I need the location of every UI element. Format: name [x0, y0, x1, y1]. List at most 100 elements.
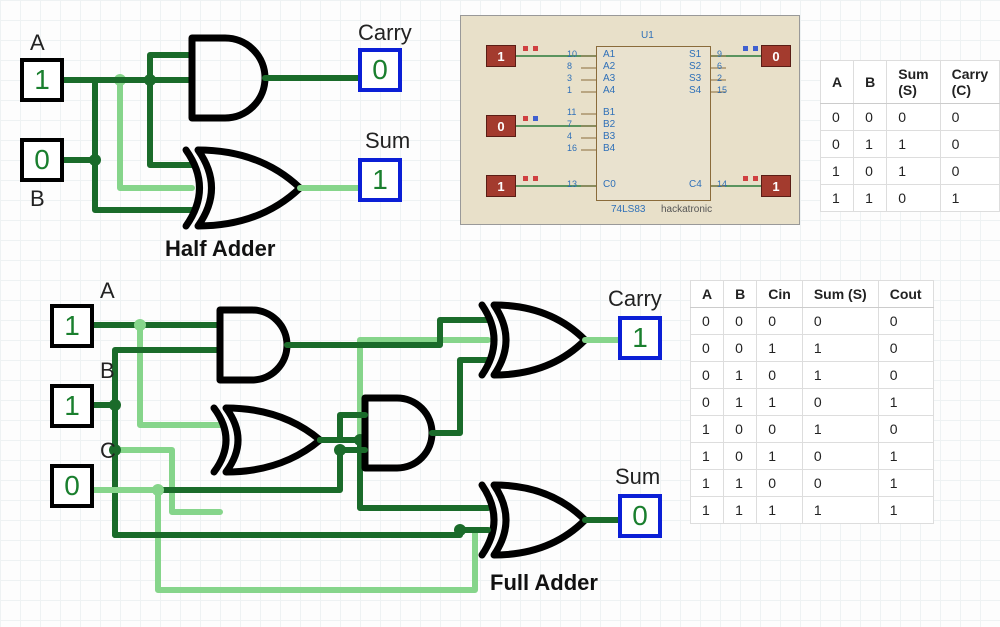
tt-cell: 0: [940, 131, 1000, 158]
fa-a-value[interactable]: 1: [50, 304, 94, 348]
table-row: 11111: [691, 497, 934, 524]
input-a-label: A: [30, 30, 45, 56]
logic-out-1: 1: [761, 175, 791, 197]
tt-header: A: [691, 281, 724, 308]
table-row: 10101: [691, 443, 934, 470]
tt-cell: 1: [802, 497, 878, 524]
chip-pin-num: 15: [717, 85, 727, 95]
tt-cell: 1: [691, 470, 724, 497]
tt-cell: 1: [854, 185, 887, 212]
tt-cell: 0: [757, 416, 803, 443]
tt-cell: 0: [724, 416, 757, 443]
tt-cell: 1: [821, 185, 854, 212]
tt-cell: 1: [757, 335, 803, 362]
chip-pin-name: B3: [603, 131, 615, 142]
tt-cell: 1: [878, 470, 933, 497]
chip-pin-name: C4: [689, 179, 702, 190]
table-row: 0110: [821, 131, 1000, 158]
chip-pin-name: S1: [689, 49, 701, 60]
table-row: 1010: [821, 158, 1000, 185]
tt-header: Carry (C): [940, 61, 1000, 104]
chip-part: 74LS83: [611, 204, 645, 215]
output-sum-label: Sum: [365, 128, 410, 154]
chip-pin-name: S2: [689, 61, 701, 72]
fa-b-value[interactable]: 1: [50, 384, 94, 428]
chip-pin-num: 1: [567, 85, 572, 95]
tt-cell: 1: [691, 497, 724, 524]
tt-cell: 1: [691, 416, 724, 443]
chip-pin-name: A3: [603, 73, 615, 84]
fa-carry-value: 1: [618, 316, 662, 360]
fa-b-label: B: [100, 358, 115, 384]
output-carry-label: Carry: [358, 20, 412, 46]
chip-pin-name: A1: [603, 49, 615, 60]
fa-a-label: A: [100, 278, 115, 304]
input-a-value[interactable]: 1: [20, 58, 64, 102]
tt-cell: 1: [757, 389, 803, 416]
tt-cell: 1: [802, 362, 878, 389]
chip-pin-num: 10: [567, 49, 577, 59]
tt-cell: 0: [887, 104, 940, 131]
tt-cell: 0: [802, 443, 878, 470]
tt-cell: 0: [878, 335, 933, 362]
tt-cell: 0: [940, 104, 1000, 131]
tt-cell: 1: [724, 362, 757, 389]
half-adder-diagram: A 1 0 B Carry 0 Sum 1 Half Adder: [0, 0, 450, 260]
tt-header: Cout: [878, 281, 933, 308]
tt-cell: 0: [691, 308, 724, 335]
tt-cell: 0: [821, 104, 854, 131]
fa-carry-label: Carry: [608, 286, 662, 312]
full-adder-title: Full Adder: [490, 570, 598, 596]
chip-pin-name: S4: [689, 85, 701, 96]
fa-sum-label: Sum: [615, 464, 660, 490]
tt-cell: 0: [878, 416, 933, 443]
table-row: 00000: [691, 308, 934, 335]
table-row: 00110: [691, 335, 934, 362]
full-adder-truth-table: ABCinSum (S)Cout 00000001100101001101100…: [690, 280, 934, 524]
chip-ref: U1: [641, 30, 654, 41]
input-b-value[interactable]: 0: [20, 138, 64, 182]
chip-pin-name: B4: [603, 143, 615, 154]
chip-pin-num: 3: [567, 73, 572, 83]
tt-cell: 1: [691, 443, 724, 470]
tt-cell: 0: [757, 362, 803, 389]
tt-header: Cin: [757, 281, 803, 308]
chip-pin-name: B1: [603, 107, 615, 118]
logic-in-2[interactable]: 1: [486, 175, 516, 197]
tt-cell: 1: [757, 497, 803, 524]
chip-pin-num: 2: [717, 73, 722, 83]
tt-cell: 0: [854, 158, 887, 185]
chip-pin-name: B2: [603, 119, 615, 130]
half-adder-title: Half Adder: [165, 236, 275, 262]
tt-cell: 0: [821, 131, 854, 158]
input-b-label: B: [30, 186, 45, 212]
logic-in-0[interactable]: 1: [486, 45, 516, 67]
chip-pin-name: A4: [603, 85, 615, 96]
tt-header: A: [821, 61, 854, 104]
tt-cell: 0: [724, 443, 757, 470]
chip-pin-num: 7: [567, 119, 572, 129]
tt-cell: 1: [878, 443, 933, 470]
fa-c-value[interactable]: 0: [50, 464, 94, 508]
chip-brand: hackatronic: [661, 204, 712, 215]
table-row: 0000: [821, 104, 1000, 131]
tt-cell: 1: [802, 416, 878, 443]
tt-cell: 1: [940, 185, 1000, 212]
logic-in-1[interactable]: 0: [486, 115, 516, 137]
chip-pin-num: 16: [567, 143, 577, 153]
tt-header: Sum (S): [887, 61, 940, 104]
output-sum-value: 1: [358, 158, 402, 202]
tt-cell: 0: [878, 362, 933, 389]
chip-pin-num: 13: [567, 179, 577, 189]
chip-pin-name: C0: [603, 179, 616, 190]
tt-cell: 1: [724, 497, 757, 524]
full-adder-svg: [20, 280, 680, 620]
tt-cell: 1: [887, 158, 940, 185]
chip-pin-name: A2: [603, 61, 615, 72]
chip-pin-num: 4: [567, 131, 572, 141]
tt-cell: 1: [878, 497, 933, 524]
chip-pin-num: 11: [567, 107, 576, 117]
tt-cell: 1: [878, 389, 933, 416]
table-row: 01101: [691, 389, 934, 416]
tt-cell: 0: [854, 104, 887, 131]
